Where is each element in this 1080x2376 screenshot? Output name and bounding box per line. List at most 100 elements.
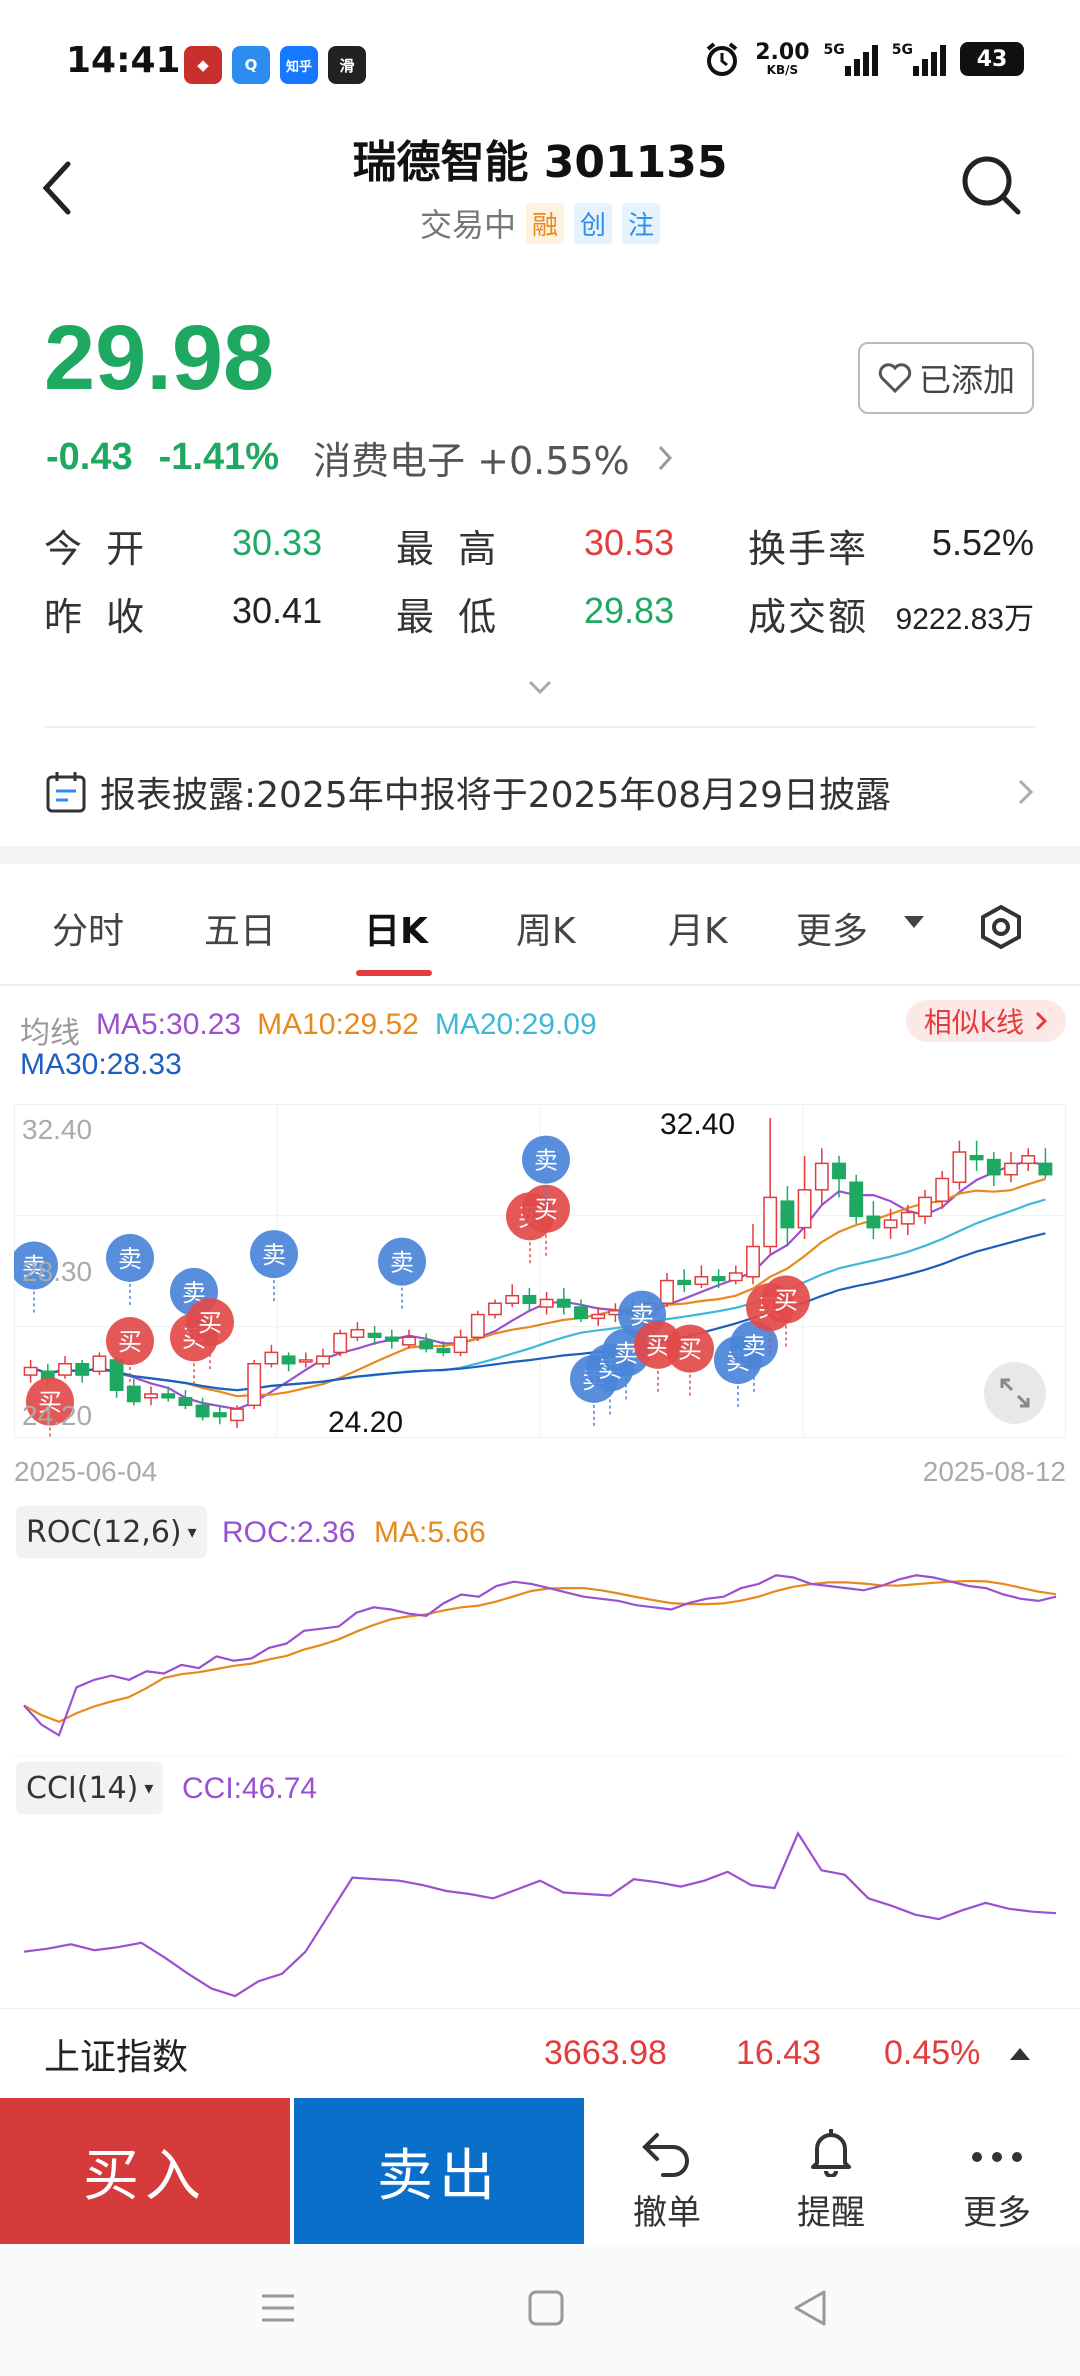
sell-marker-label: 卖: [390, 1249, 414, 1277]
similar-kline-button[interactable]: 相似k线: [905, 1000, 1066, 1042]
candle-body: [178, 1397, 193, 1407]
tab-more[interactable]: 更多: [796, 902, 868, 954]
current-price: 29.98: [44, 307, 275, 409]
expand-icon: [1000, 1378, 1030, 1408]
expand-chevron-icon[interactable]: [526, 676, 554, 698]
undo-icon: [642, 2133, 689, 2177]
candle-body: [298, 1359, 313, 1363]
roc-ma-value: MA:5.66: [374, 1516, 486, 1549]
recent-apps-icon[interactable]: [258, 2288, 298, 2328]
net-speed-unit: KB/S: [766, 63, 799, 77]
fullscreen-button[interactable]: [984, 1362, 1046, 1424]
tab-five-day[interactable]: 五日: [204, 902, 276, 954]
roc-line: [23, 1574, 1057, 1737]
candle-body: [419, 1340, 434, 1350]
net-speed-value: 2.00: [755, 40, 810, 65]
section-gap: [0, 846, 1080, 864]
tab-weekly-k[interactable]: 周K: [516, 902, 576, 954]
buy-marker-label: 买: [774, 1286, 798, 1314]
active-tab-indicator: [356, 970, 432, 976]
ma-legend-label: 均线: [20, 1017, 80, 1050]
high-price-label: 32.40: [660, 1108, 736, 1141]
sell-marker-label: 卖: [118, 1245, 142, 1273]
signal-1-label: 5G: [823, 42, 845, 58]
candle-body: [316, 1355, 330, 1365]
kline-chart[interactable]: 买卖卖买买卖买卖卖买买卖卖卖卖卖买买卖卖买买: [14, 1104, 1066, 1438]
candle-body: [247, 1362, 262, 1407]
alert-button[interactable]: 提醒: [756, 2110, 906, 2234]
roc-ma-line: [23, 1579, 1057, 1723]
low-price-label: 24.20: [328, 1406, 404, 1439]
cci-indicator-chip[interactable]: CCI(14) ▾: [16, 1762, 164, 1814]
candle-body: [144, 1393, 158, 1399]
candle-body: [281, 1355, 296, 1365]
sell-marker-label: 卖: [742, 1332, 766, 1360]
candle-body: [92, 1355, 107, 1373]
cci-line: [23, 1831, 1057, 1998]
price-change: -0.43: [46, 436, 133, 478]
candle-body: [384, 1336, 399, 1342]
ma5-value: MA5:30.23: [96, 1008, 242, 1041]
ma10-value: MA10:29.52: [257, 1008, 419, 1041]
tab-monthly-k[interactable]: 月K: [668, 902, 728, 954]
index-ticker-bar[interactable]: 上证指数 3663.98 16.43 0.45%: [0, 2008, 1080, 2098]
candle-body: [883, 1219, 898, 1229]
candle-body: [694, 1276, 709, 1286]
stat-value-open: 30.33: [232, 522, 323, 563]
app-icon-1: ◆: [184, 46, 222, 84]
back-triangle-icon[interactable]: [790, 2288, 830, 2328]
stat-label-high: 最 高: [396, 527, 503, 571]
report-notice-row[interactable]: 报表披露:2025年中报将于2025年08月29日披露: [44, 760, 1036, 824]
caret-down-icon: ▾: [187, 1521, 197, 1543]
candle-body: [780, 1200, 795, 1229]
candle-body: [1021, 1155, 1036, 1165]
settings-hexagon-icon[interactable]: [978, 904, 1024, 950]
search-icon[interactable]: [958, 152, 1024, 218]
stat-value-low: 29.83: [584, 590, 675, 631]
stat-value-prev-close: 30.41: [232, 590, 323, 631]
index-change: 16.43: [736, 2034, 822, 2072]
roc-chip-label: ROC(12,6): [26, 1514, 182, 1550]
cci-chip-label: CCI(14): [26, 1770, 139, 1806]
stock-subtitle: 交易中 融 创 注: [0, 200, 1080, 246]
trade-status: 交易中: [419, 206, 516, 244]
candle-body: [849, 1181, 864, 1218]
more-dots-icon: [972, 2152, 1022, 2162]
candle-body: [660, 1279, 674, 1304]
candle-body: [728, 1272, 743, 1282]
more-actions-button[interactable]: 更多: [922, 2110, 1072, 2234]
cancel-order-button[interactable]: 撤单: [592, 2110, 742, 2234]
stat-value-high: 30.53: [584, 522, 675, 563]
date-end-label: 2025-08-12: [922, 1456, 1066, 1487]
home-icon[interactable]: [526, 2288, 566, 2328]
candle-body: [711, 1276, 726, 1282]
caret-down-icon: ▾: [144, 1777, 154, 1799]
change-row: -0.43 -1.41% 消费电子 +0.55%: [46, 430, 674, 485]
candle-body: [814, 1162, 829, 1191]
index-name: 上证指数: [44, 2036, 189, 2078]
buy-button[interactable]: 买入: [0, 2098, 290, 2244]
buy-marker-label: 买: [198, 1309, 222, 1337]
candle-body: [402, 1336, 416, 1346]
sell-button[interactable]: 卖出: [294, 2098, 584, 2244]
signal-2-label: 5G: [891, 42, 913, 58]
sector-link[interactable]: 消费电子 +0.55%: [313, 430, 630, 485]
roc-indicator-chip[interactable]: ROC(12,6) ▾: [16, 1506, 207, 1558]
alarm-icon: [706, 42, 738, 76]
watchlist-added-button[interactable]: 已添加: [858, 342, 1034, 414]
system-navigation-bar: [0, 2244, 1080, 2376]
signal-bars-icon: [913, 42, 946, 76]
chevron-right-icon[interactable]: [656, 443, 674, 473]
stat-label-turnover: 换手率: [748, 527, 869, 571]
app-icon-2: Q: [232, 46, 270, 84]
tab-daily-k[interactable]: 日K: [364, 902, 428, 954]
caret-down-icon[interactable]: [902, 914, 926, 930]
heart-check-icon: [878, 363, 912, 394]
candle-body: [797, 1189, 812, 1229]
chevron-right-icon: [1018, 779, 1034, 805]
candle-body: [195, 1404, 210, 1418]
candle-body: [1038, 1162, 1053, 1176]
candle-body: [470, 1313, 485, 1339]
tab-intraday[interactable]: 分时: [52, 902, 124, 954]
status-right: 2.00 KB/S 5G 5G 43: [703, 40, 1024, 78]
